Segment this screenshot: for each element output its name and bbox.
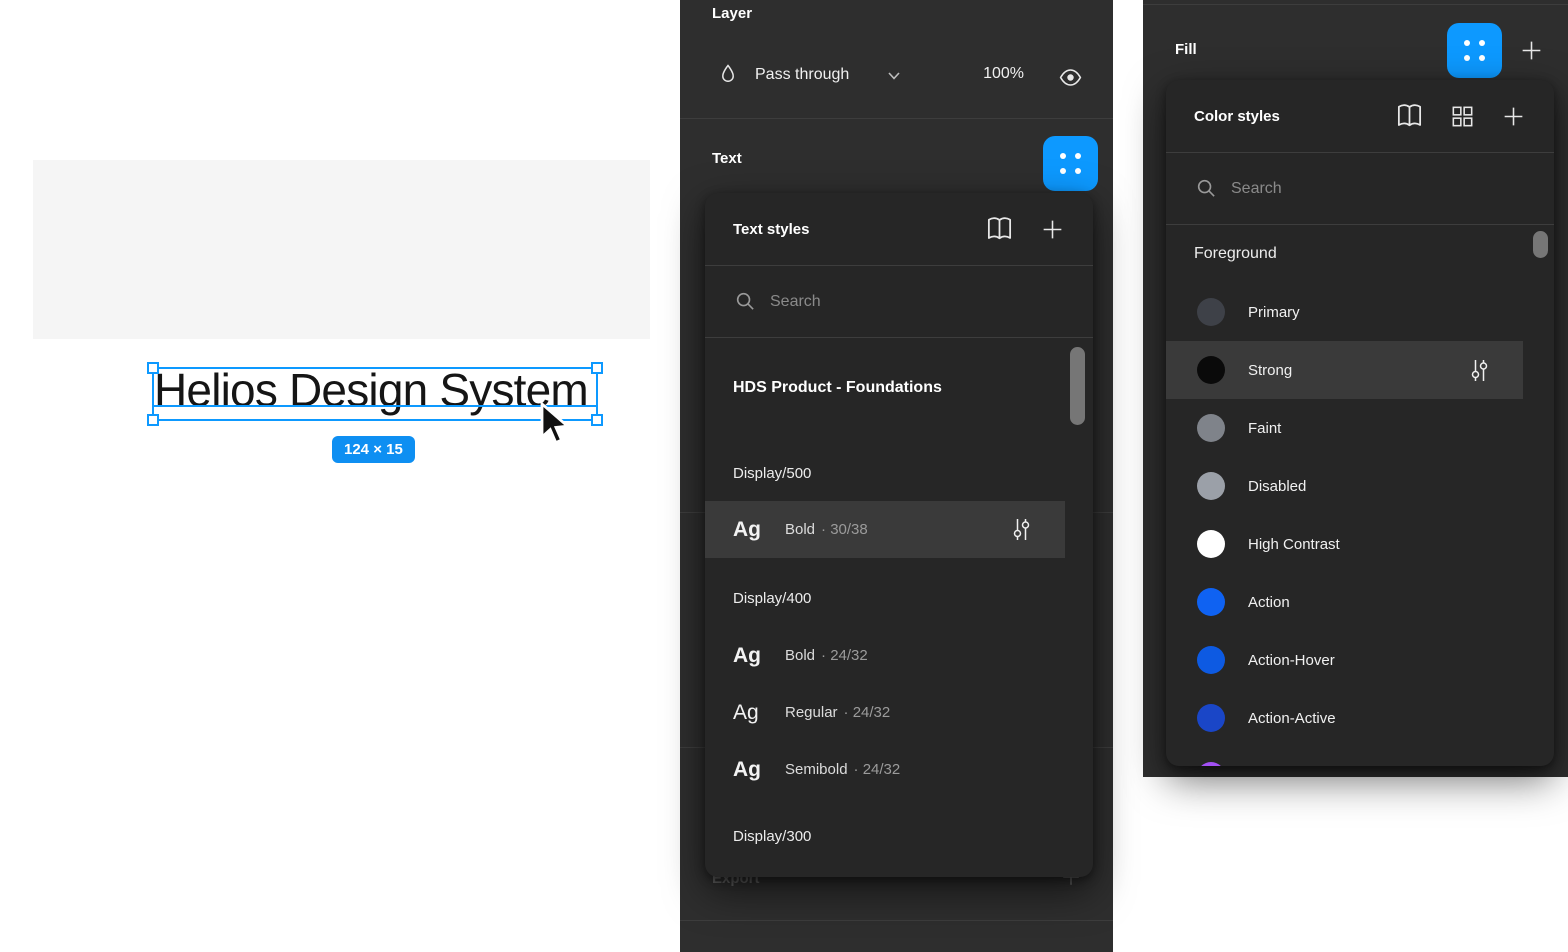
- color-swatch: [1197, 646, 1225, 674]
- library-book-icon[interactable]: [985, 216, 1014, 242]
- color-style-row[interactable]: Action-Active: [1166, 689, 1523, 747]
- style-preview: Ag: [705, 701, 755, 725]
- style-name: Bold: [785, 521, 815, 538]
- search-icon: [1196, 178, 1217, 199]
- color-name: Disabled: [1248, 478, 1306, 495]
- text-style-row[interactable]: Ag Bold · 30/38: [705, 501, 1065, 558]
- style-preview: Ag: [705, 758, 755, 782]
- style-meta: · 24/32: [844, 704, 891, 721]
- text-styles-list: HDS Product - Foundations Display/500 Ag…: [705, 338, 1093, 877]
- blend-mode-select[interactable]: Pass through: [755, 66, 849, 84]
- color-swatch: [1197, 704, 1225, 732]
- add-style-icon[interactable]: [1501, 104, 1526, 129]
- color-name: Action: [1248, 594, 1290, 611]
- color-styles-menu-title: Color styles: [1194, 108, 1280, 125]
- style-name: Regular: [785, 704, 838, 721]
- color-style-row[interactable]: Primary: [1166, 283, 1523, 341]
- selection-handle-top-left[interactable]: [147, 362, 159, 374]
- chevron-down-icon[interactable]: [887, 71, 901, 81]
- style-group-label: Display/500: [733, 465, 811, 482]
- visibility-eye-icon[interactable]: [1058, 65, 1083, 90]
- color-swatch: [1197, 414, 1225, 442]
- color-swatch: [1197, 472, 1225, 500]
- style-name: Bold: [785, 647, 815, 664]
- add-style-icon[interactable]: [1040, 217, 1065, 242]
- selection-handle-top-right[interactable]: [591, 362, 603, 374]
- color-swatch: [1197, 530, 1225, 558]
- style-meta: · 30/38: [821, 521, 868, 538]
- text-section-title: Text: [712, 150, 742, 167]
- color-name: Action-Active: [1248, 710, 1336, 727]
- color-style-row[interactable]: Highlight: [1166, 747, 1523, 766]
- library-heading: HDS Product - Foundations: [733, 379, 942, 397]
- fill-section-title: Fill: [1175, 41, 1197, 58]
- canvas-area[interactable]: Helios Design System 124 × 15: [33, 160, 650, 339]
- section-divider: [1143, 4, 1568, 5]
- color-group-label: Foreground: [1194, 245, 1277, 263]
- blend-mode-icon[interactable]: [716, 62, 740, 86]
- color-styles-menu: Color styles Foreground: [1166, 80, 1554, 766]
- color-styles-search-input[interactable]: [1231, 180, 1471, 198]
- color-styles-toggle-button[interactable]: [1447, 23, 1502, 78]
- add-fill-icon[interactable]: [1519, 38, 1544, 63]
- color-name: Primary: [1248, 304, 1300, 321]
- edit-style-sliders-icon[interactable]: [1470, 359, 1489, 382]
- selection-handle-bottom-left[interactable]: [147, 414, 159, 426]
- text-styles-menu-header: Text styles: [705, 193, 1093, 265]
- selection-box[interactable]: [152, 367, 598, 421]
- color-name: Faint: [1248, 420, 1281, 437]
- style-meta: · 24/32: [854, 761, 901, 778]
- layer-section-title: Layer: [712, 5, 752, 22]
- color-style-row[interactable]: Action-Hover: [1166, 631, 1523, 689]
- search-icon: [735, 291, 756, 312]
- section-divider: [680, 118, 1113, 119]
- color-swatch: [1197, 588, 1225, 616]
- text-styles-menu-title: Text styles: [733, 221, 809, 238]
- scrollbar-thumb[interactable]: [1533, 231, 1548, 258]
- color-style-row[interactable]: Disabled: [1166, 457, 1523, 515]
- style-dots-icon: [1464, 40, 1485, 61]
- edit-style-sliders-icon[interactable]: [1012, 518, 1031, 541]
- style-preview: Ag: [705, 644, 755, 668]
- scrollbar-thumb[interactable]: [1070, 347, 1085, 425]
- selection-handle-bottom-right[interactable]: [591, 414, 603, 426]
- color-style-row[interactable]: Strong: [1166, 341, 1523, 399]
- color-styles-search[interactable]: [1166, 153, 1554, 224]
- color-swatch: [1197, 298, 1225, 326]
- color-name: Action-Hover: [1248, 652, 1335, 669]
- style-dots-icon: [1060, 153, 1081, 174]
- color-swatch: [1197, 762, 1225, 766]
- style-meta: · 24/32: [821, 647, 868, 664]
- opacity-value[interactable]: 100%: [970, 65, 1024, 83]
- text-styles-search-input[interactable]: [770, 293, 1010, 311]
- color-name: High Contrast: [1248, 536, 1340, 553]
- mouse-cursor-icon: [538, 402, 574, 448]
- style-group-label: Display/300: [733, 828, 811, 845]
- color-name: Strong: [1248, 362, 1292, 379]
- text-styles-toggle-button[interactable]: [1043, 136, 1098, 191]
- grid-view-icon[interactable]: [1450, 104, 1475, 129]
- color-style-row[interactable]: Action: [1166, 573, 1523, 631]
- color-styles-list: Foreground Primary Strong Faint Disabled…: [1166, 225, 1554, 766]
- text-style-row[interactable]: Ag Regular · 24/32: [705, 684, 1065, 741]
- text-styles-search[interactable]: [705, 266, 1093, 337]
- section-divider: [680, 920, 1113, 921]
- color-swatch: [1197, 356, 1225, 384]
- style-name: Semibold: [785, 761, 848, 778]
- text-style-row[interactable]: Ag Semibold · 24/32: [705, 741, 1065, 798]
- text-styles-menu: Text styles HDS Product - Foundations Di…: [705, 193, 1093, 877]
- text-style-row[interactable]: Ag Bold · 24/32: [705, 627, 1065, 684]
- size-badge: 124 × 15: [332, 436, 415, 463]
- style-group-label: Display/400: [733, 590, 811, 607]
- color-style-row[interactable]: High Contrast: [1166, 515, 1523, 573]
- library-book-icon[interactable]: [1395, 103, 1424, 129]
- color-style-row[interactable]: Faint: [1166, 399, 1523, 457]
- color-styles-menu-header: Color styles: [1166, 80, 1554, 152]
- style-preview: Ag: [705, 518, 755, 542]
